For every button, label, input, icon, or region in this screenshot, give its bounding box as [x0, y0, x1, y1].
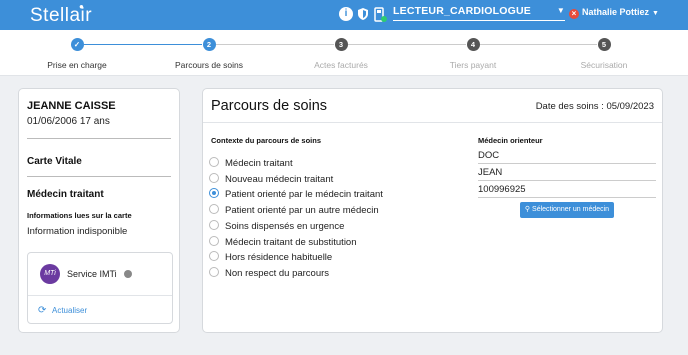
- radio-nouveau-medecin-traitant[interactable]: Nouveau médecin traitant: [209, 169, 333, 185]
- user-menu[interactable]: × Nathalie Pottiez ▼: [569, 7, 659, 19]
- select-doctor-label: Sélectionner un médecin: [532, 206, 610, 213]
- imti-panel: MTi Service IMTi ⟳ Actualiser: [27, 252, 173, 324]
- context-title: Contexte du parcours de soins: [211, 136, 322, 145]
- patient-dob: 01/06/2006 17 ans: [27, 116, 110, 127]
- radio-hors-residence[interactable]: Hors résidence habituelle: [209, 247, 333, 263]
- step-label: Prise en charge: [47, 60, 107, 70]
- shield-icon[interactable]: [356, 7, 370, 21]
- app-logo[interactable]: Stellair ●: [30, 2, 92, 27]
- radio-icon[interactable]: [209, 267, 219, 277]
- search-icon: ⚲: [524, 206, 531, 213]
- page-title: Parcours de soins: [211, 98, 328, 114]
- card-reader-icon[interactable]: [373, 7, 387, 22]
- radio-label: Patient orienté par le médecin traitant: [225, 189, 383, 200]
- divider: [27, 138, 171, 139]
- reader-select-value: LECTEUR_CARDIOLOGUE: [393, 5, 531, 17]
- logo-dot-icon: ●: [79, 2, 85, 11]
- chevron-down-icon: ▼: [556, 6, 565, 15]
- step-securisation[interactable]: 5 Sécurisation: [544, 38, 664, 70]
- orienteur-title: Médecin orienteur: [478, 136, 543, 145]
- radio-substitution[interactable]: Médecin traitant de substitution: [209, 232, 357, 248]
- check-icon: ✓: [70, 38, 84, 51]
- radio-oriente-autre-medecin[interactable]: Patient orienté par un autre médecin: [209, 200, 379, 216]
- radio-label: Médecin traitant: [225, 158, 293, 169]
- radio-label: Patient orienté par un autre médecin: [225, 205, 379, 216]
- info-title: Informations lues sur la carte: [27, 211, 132, 220]
- radio-label: Non respect du parcours: [225, 268, 330, 279]
- step-tiers-payant[interactable]: 4 Tiers payant: [413, 38, 533, 70]
- patient-name: JEANNE CAISSE: [27, 100, 116, 112]
- radio-medecin-traitant[interactable]: Médecin traitant: [209, 153, 293, 169]
- select-doctor-button[interactable]: ⚲ Sélectionner un médecin: [520, 202, 614, 218]
- step-number: 4: [466, 38, 480, 51]
- info-value: Information indisponible: [27, 226, 128, 237]
- refresh-icon[interactable]: ⟳: [38, 305, 46, 316]
- imti-logo-icon: MTi: [40, 264, 60, 284]
- orienteur-prenom-field[interactable]: JEAN: [478, 165, 656, 181]
- divider: [203, 122, 662, 123]
- step-actes-factures[interactable]: 3 Actes facturés: [281, 38, 401, 70]
- radio-icon[interactable]: [209, 220, 219, 230]
- step-number: 5: [597, 38, 611, 51]
- top-bar: Stellair ● i LECTEUR_CARDIOLOGUE ▼ × Nath…: [0, 0, 688, 30]
- user-name: Nathalie Pottiez: [582, 7, 650, 17]
- radio-non-respect[interactable]: Non respect du parcours: [209, 263, 330, 279]
- radio-oriente-medecin-traitant[interactable]: Patient orienté par le médecin traitant: [209, 184, 383, 200]
- step-parcours-de-soins[interactable]: 2 Parcours de soins: [149, 38, 269, 70]
- step-label: Sécurisation: [580, 60, 628, 70]
- step-prise-en-charge[interactable]: ✓ Prise en charge: [17, 38, 137, 70]
- radio-icon[interactable]: [209, 157, 219, 167]
- carte-vitale-title: Carte Vitale: [27, 156, 82, 167]
- radio-icon[interactable]: [209, 204, 219, 214]
- radio-icon[interactable]: [209, 173, 219, 183]
- orienteur-nom-field[interactable]: DOC: [478, 148, 656, 164]
- care-date: Date des soins : 05/09/2023: [535, 101, 654, 112]
- refresh-link[interactable]: Actualiser: [52, 306, 87, 315]
- close-icon[interactable]: ×: [569, 9, 579, 19]
- radio-label: Soins dispensés en urgence: [225, 221, 345, 232]
- imti-label: Service IMTi: [67, 269, 117, 279]
- step-label: Actes facturés: [314, 60, 368, 70]
- step-number: 2: [202, 38, 216, 51]
- divider: [28, 295, 172, 296]
- step-label: Tiers payant: [449, 60, 497, 70]
- radio-urgence[interactable]: Soins dispensés en urgence: [209, 216, 345, 232]
- radio-icon[interactable]: [209, 236, 219, 246]
- medecin-traitant-title: Médecin traitant: [27, 189, 104, 200]
- reader-select[interactable]: LECTEUR_CARDIOLOGUE ▼: [393, 5, 565, 21]
- parcours-card: Parcours de soins Date des soins : 05/09…: [202, 88, 663, 333]
- status-dot-icon: [124, 270, 132, 278]
- stepper: ✓ Prise en charge 2 Parcours de soins 3 …: [0, 30, 688, 76]
- info-icon[interactable]: i: [339, 7, 353, 21]
- chevron-down-icon: ▼: [652, 10, 659, 17]
- patient-card: JEANNE CAISSE 01/06/2006 17 ans Carte Vi…: [18, 88, 180, 333]
- radio-selected-icon[interactable]: [209, 188, 219, 198]
- orienteur-numero-field[interactable]: 100996925: [478, 182, 656, 198]
- step-label: Parcours de soins: [174, 60, 244, 70]
- step-number: 3: [334, 38, 348, 51]
- radio-label: Hors résidence habituelle: [225, 252, 333, 263]
- radio-icon[interactable]: [209, 251, 219, 261]
- divider: [27, 176, 171, 177]
